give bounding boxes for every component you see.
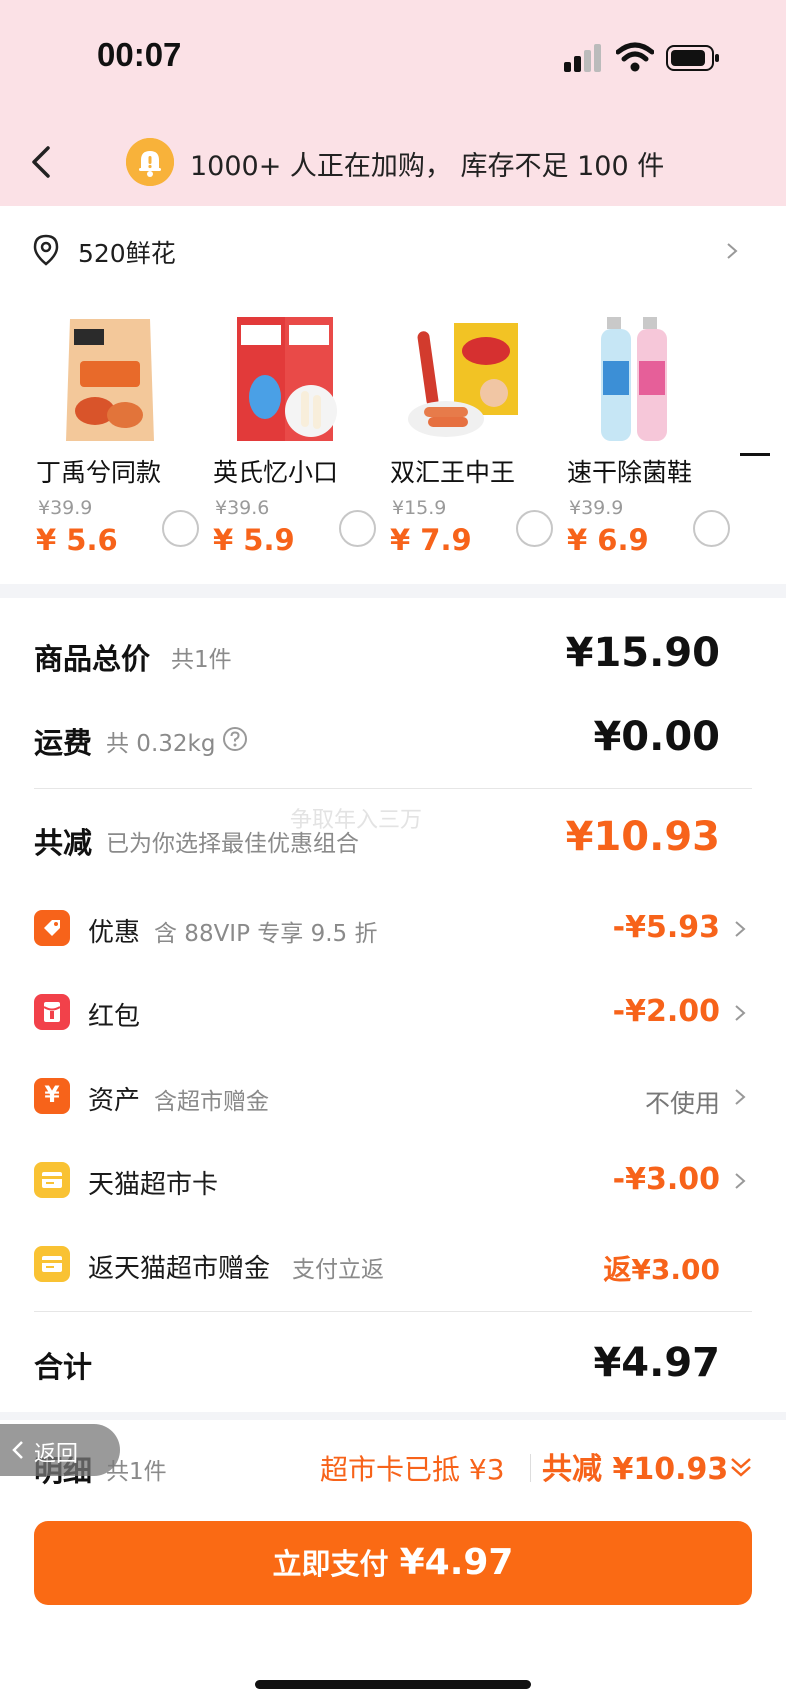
product-carousel: 丁禹兮同款 ¥39.9 ¥ 5.6 英氏忆小口 ¥39.6 ¥ 5.9 双汇王中… — [0, 305, 786, 575]
discount-item-amount: -¥5.93 — [612, 910, 720, 945]
discount-item-amount: -¥3.00 — [612, 1162, 720, 1197]
product-name: 双汇王中王 — [390, 458, 516, 487]
battery-icon — [666, 45, 719, 71]
discount-total-amount: ¥10.93 — [565, 814, 720, 860]
product-name: 丁禹兮同款 — [36, 458, 162, 487]
product-select-radio[interactable] — [162, 510, 199, 547]
product-name: 英氏忆小口 — [213, 458, 339, 487]
chevron-right-icon — [735, 1089, 746, 1105]
grand-total-row: 合计 ¥4.97 — [0, 1336, 786, 1398]
pay-now-button[interactable]: 立即支付 ¥4.97 — [34, 1521, 752, 1605]
shipping-amount: ¥0.00 — [593, 714, 720, 760]
product-select-radio[interactable] — [516, 510, 553, 547]
discount-item-amount: 返¥3.00 — [603, 1253, 720, 1286]
yen-icon: ¥ — [34, 1078, 70, 1114]
back-arrow-icon[interactable] — [24, 140, 64, 184]
product-name-partial — [740, 453, 770, 481]
address-text: 520鲜花 — [78, 239, 176, 268]
back-float-label: 返回 — [34, 1442, 79, 1467]
discount-item-label: 资产 — [88, 1086, 141, 1116]
total-discount-text: 共减 ¥10.93 — [542, 1452, 729, 1487]
chevron-right-icon — [727, 243, 738, 259]
discount-item-sub: 含超市赠金 — [154, 1089, 269, 1115]
separator — [34, 788, 752, 789]
product-image-sausage — [408, 323, 518, 437]
product-card[interactable]: 丁禹兮同款 ¥39.9 ¥ 5.6 — [26, 305, 203, 565]
bell-icon — [126, 138, 174, 186]
product-price: ¥ 7.9 — [390, 523, 472, 557]
goods-total-label: 商品总价 — [34, 642, 151, 676]
stock-notice: 1000+ 人正在加购， 库存不足 100 件 — [190, 151, 665, 182]
product-name: 速干除菌鞋 — [567, 458, 693, 487]
discount-item-coupon[interactable]: 优惠 含 88VIP 专享 9.5 折 -¥5.93 — [0, 902, 786, 962]
product-image-spray — [601, 317, 667, 441]
section-divider — [0, 1412, 786, 1420]
product-image-cheese — [237, 317, 337, 441]
discount-item-label: 天猫超市卡 — [88, 1170, 219, 1200]
status-time: 00:07 — [97, 36, 182, 73]
location-pin-icon — [33, 234, 59, 266]
chevron-left-icon — [12, 1441, 23, 1459]
goods-total-amount: ¥15.90 — [565, 630, 720, 676]
discount-item-amount: 不使用 — [644, 1089, 720, 1118]
discount-item-sub: 支付立返 — [292, 1257, 384, 1283]
help-icon[interactable] — [222, 726, 248, 752]
card-icon — [34, 1246, 70, 1282]
chevron-right-icon — [735, 1005, 746, 1021]
product-price: ¥ 5.6 — [36, 523, 118, 557]
product-original-price: ¥39.9 — [38, 497, 93, 519]
chevron-right-icon — [735, 921, 746, 937]
product-select-radio[interactable] — [339, 510, 376, 547]
product-image-snack — [66, 319, 154, 441]
card-icon — [34, 1162, 70, 1198]
shipping-row: 运费 共 0.32kg ¥0.00 — [0, 714, 786, 774]
product-original-price: ¥15.9 — [392, 497, 447, 519]
pay-button-label: 立即支付 — [272, 1547, 389, 1581]
status-bar: 00:07 — [0, 0, 786, 118]
discount-item-label: 优惠 — [88, 918, 141, 948]
shipping-label: 运费 — [34, 726, 93, 760]
product-original-price: ¥39.6 — [215, 497, 270, 519]
shipping-weight: 共 0.32kg — [106, 731, 216, 757]
product-price: ¥ 5.9 — [213, 523, 295, 557]
home-indicator[interactable] — [255, 1680, 531, 1689]
wifi-icon — [616, 42, 654, 72]
product-original-price: ¥39.9 — [569, 497, 624, 519]
goods-total-row: 商品总价 共1件 ¥15.90 — [0, 630, 786, 690]
chevron-right-icon — [735, 1173, 746, 1189]
discount-hint: 已为你选择最佳优惠组合 — [106, 831, 359, 857]
double-chevron-down-icon[interactable] — [728, 1454, 754, 1480]
discount-total-row: 共减 已为你选择最佳优惠组合 ¥10.93 — [0, 814, 786, 874]
pay-button-amount: ¥4.97 — [399, 1542, 514, 1583]
separator — [530, 1454, 531, 1482]
card-deducted-text: 超市卡已抵 ¥3 — [320, 1453, 505, 1486]
product-price: ¥ 6.9 — [567, 523, 649, 557]
discount-label: 共减 — [34, 826, 93, 860]
section-divider — [0, 584, 786, 598]
goods-count: 共1件 — [171, 647, 232, 673]
discount-item-cashback: 返天猫超市赠金 支付立返 返¥3.00 — [0, 1238, 786, 1298]
cellular-signal-icon — [564, 44, 601, 72]
product-card[interactable]: 双汇王中王 ¥15.9 ¥ 7.9 — [380, 305, 557, 565]
product-card[interactable]: 速干除菌鞋 ¥39.9 ¥ 6.9 — [557, 305, 734, 565]
red-envelope-icon — [34, 994, 70, 1030]
address-row[interactable]: 520鲜花 — [0, 206, 786, 294]
discount-item-redpacket[interactable]: 红包 -¥2.00 — [0, 986, 786, 1046]
discount-item-supermarket-card[interactable]: 天猫超市卡 -¥3.00 — [0, 1154, 786, 1214]
discount-item-amount: -¥2.00 — [612, 994, 720, 1029]
nav-header: 1000+ 人正在加购， 库存不足 100 件 — [0, 118, 786, 206]
back-float-button[interactable]: 返回 — [0, 1424, 120, 1476]
product-card-partial[interactable] — [734, 305, 786, 565]
discount-item-sub: 含 88VIP 专享 9.5 折 — [154, 921, 378, 947]
product-card[interactable]: 英氏忆小口 ¥39.6 ¥ 5.9 — [203, 305, 380, 565]
grand-total-amount: ¥4.97 — [593, 1340, 720, 1386]
discount-item-label: 红包 — [88, 1002, 141, 1032]
product-select-radio[interactable] — [693, 510, 730, 547]
grand-total-label: 合计 — [34, 1350, 93, 1384]
separator — [34, 1311, 752, 1312]
discount-item-assets[interactable]: ¥ 资产 含超市赠金 不使用 — [0, 1070, 786, 1130]
tag-icon — [34, 910, 70, 946]
detail-bar[interactable]: 明细 共1件 超市卡已抵 ¥3 共减 ¥10.93 — [0, 1420, 786, 1508]
discount-item-label: 返天猫超市赠金 — [88, 1254, 271, 1284]
